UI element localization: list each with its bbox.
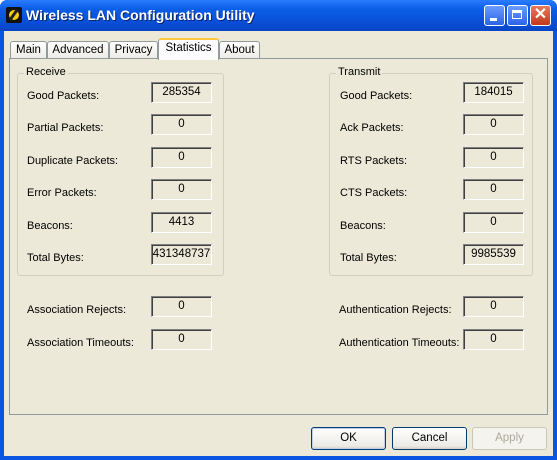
transmit-cts-packets-label: CTS Packets:	[340, 187, 408, 199]
transmit-good-packets-value: 184015	[463, 82, 524, 103]
close-icon: ✕	[533, 6, 548, 23]
authentication-timeouts-value: 0	[463, 329, 524, 350]
transmit-group-title: Transmit	[336, 66, 383, 78]
transmit-total-bytes-label: Total Bytes:	[340, 252, 397, 264]
maximize-button[interactable]	[507, 5, 528, 26]
authentication-rejects-label: Authentication Rejects:	[339, 304, 452, 316]
tab-about[interactable]: About	[219, 41, 260, 59]
receive-good-packets-label: Good Packets:	[27, 90, 100, 102]
receive-total-bytes-label: Total Bytes:	[27, 252, 84, 264]
receive-beacons-label: Beacons:	[27, 220, 73, 232]
transmit-beacons-value: 0	[463, 212, 524, 233]
cancel-button[interactable]: Cancel	[392, 427, 467, 450]
authentication-timeouts-label: Authentication Timeouts:	[339, 337, 460, 349]
minimize-button[interactable]	[484, 5, 505, 26]
dialog-body: Main Advanced Privacy Statistics About R…	[4, 31, 553, 456]
title-bar[interactable]: Wireless LAN Configuration Utility ✕	[0, 0, 557, 31]
receive-partial-packets-value: 0	[151, 114, 212, 135]
app-window: Wireless LAN Configuration Utility ✕ Mai…	[0, 0, 557, 460]
transmit-rts-packets-value: 0	[463, 147, 524, 168]
transmit-total-bytes-value: 9985539	[463, 244, 524, 265]
app-icon[interactable]	[6, 7, 22, 23]
receive-group-title: Receive	[24, 66, 68, 78]
transmit-ack-packets-value: 0	[463, 114, 524, 135]
authentication-rejects-value: 0	[463, 296, 524, 317]
tab-advanced[interactable]: Advanced	[47, 41, 109, 59]
association-timeouts-value: 0	[151, 329, 212, 350]
transmit-beacons-label: Beacons:	[340, 220, 386, 232]
transmit-good-packets-label: Good Packets:	[340, 90, 413, 102]
receive-beacons-value: 4413	[151, 212, 212, 233]
receive-duplicate-packets-value: 0	[151, 147, 212, 168]
receive-total-bytes-value: 431348737	[151, 244, 212, 265]
transmit-cts-packets-value: 0	[463, 179, 524, 200]
statistics-panel: Receive Transmit Good Packets: 285354 Pa…	[9, 58, 548, 415]
tab-privacy[interactable]: Privacy	[109, 41, 158, 59]
receive-duplicate-packets-label: Duplicate Packets:	[27, 155, 119, 167]
window-title: Wireless LAN Configuration Utility	[26, 7, 255, 23]
receive-good-packets-value: 285354	[151, 82, 212, 103]
association-rejects-label: Association Rejects:	[27, 304, 127, 316]
tab-statistics[interactable]: Statistics	[158, 38, 219, 60]
association-rejects-value: 0	[151, 296, 212, 317]
association-timeouts-label: Association Timeouts:	[27, 337, 134, 349]
receive-error-packets-value: 0	[151, 179, 212, 200]
receive-error-packets-label: Error Packets:	[27, 187, 97, 199]
transmit-rts-packets-label: RTS Packets:	[340, 155, 408, 167]
ok-button[interactable]: OK	[311, 427, 386, 450]
tab-main[interactable]: Main	[10, 41, 47, 59]
apply-button[interactable]: Apply	[472, 427, 547, 450]
transmit-ack-packets-label: Ack Packets:	[340, 122, 404, 134]
close-button[interactable]: ✕	[530, 5, 551, 26]
receive-partial-packets-label: Partial Packets:	[27, 122, 104, 134]
